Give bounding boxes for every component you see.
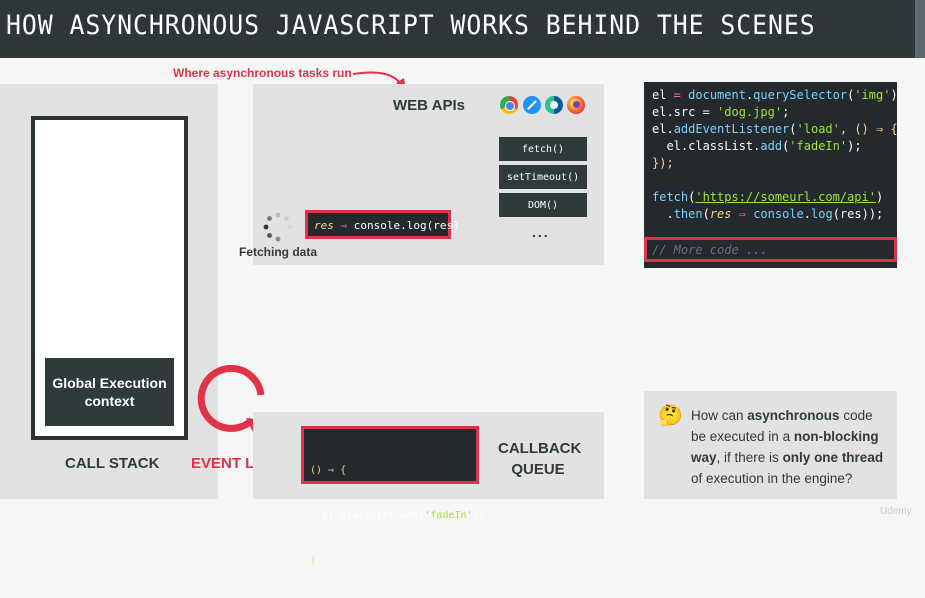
callback-arrow: ⇒ [333, 219, 354, 232]
call-stack-label: CALL STACK [65, 455, 160, 472]
edge-icon [545, 96, 563, 114]
more-code-comment: // More code ... [652, 243, 768, 257]
code-line-6: fetch('https://someurl.com/api') [652, 190, 884, 204]
web-api-fetch: fetch() [499, 137, 587, 161]
code-editor: el = document.querySelector('img'); el.s… [644, 82, 905, 268]
question-text: How can asynchronous code be executed in… [691, 408, 884, 486]
web-api-callback-code: res ⇒ console.log(res) [305, 210, 460, 239]
global-execution-context: Global Execution context [45, 358, 174, 426]
thinking-face-icon: 🤔 [658, 405, 683, 427]
safari-icon [523, 96, 541, 114]
page-title: HOW ASYNCHRONOUS JAVASCRIPT WORKS BEHIND… [6, 10, 816, 41]
callback-queue-label: CALLBACK QUEUE [498, 440, 582, 478]
cb-line-1: () ⇒ { [310, 465, 347, 476]
web-api-dom: DOM() [499, 193, 587, 217]
code-line-7: .then(res ⇒ console.log(res)); [652, 207, 884, 221]
more-code-box: // More code ... [644, 237, 897, 262]
annotation-label: Where asynchronous tasks run [173, 66, 352, 80]
code-line-5: }); [652, 156, 674, 170]
header-edge [915, 0, 925, 58]
cb-line-2: el.classList.add('fadeIn'); [310, 510, 485, 521]
header-bar: HOW ASYNCHRONOUS JAVASCRIPT WORKS BEHIND… [0, 0, 925, 58]
code-line-4: el.classList.add('fadeIn'); [652, 139, 862, 153]
code-line-3: el.addEventListener('load', () ⇒ { [652, 122, 898, 136]
loading-spinner-icon [263, 212, 293, 242]
watermark: Udemy [880, 506, 912, 517]
web-api-more: ... [532, 224, 550, 240]
code-line-2: el.src = 'dog.jpg'; [652, 105, 790, 119]
callback-param: res [314, 219, 334, 232]
question-box: 🤔 How can asynchronous code be executed … [644, 391, 897, 499]
web-apis-title: WEB APIs [393, 97, 465, 114]
code-line-1: el = document.querySelector('img'); [652, 88, 905, 102]
web-api-settimeout: setTimeout() [499, 165, 587, 189]
firefox-icon [567, 96, 585, 114]
fetching-data-label: Fetching data [239, 245, 318, 259]
cb-line-3: } [310, 555, 317, 566]
callback-body: console.log(res) [353, 219, 460, 232]
callback-queue-code: () ⇒ { el.classList.add('fadeIn'); } [301, 426, 485, 566]
chrome-icon [500, 96, 518, 114]
